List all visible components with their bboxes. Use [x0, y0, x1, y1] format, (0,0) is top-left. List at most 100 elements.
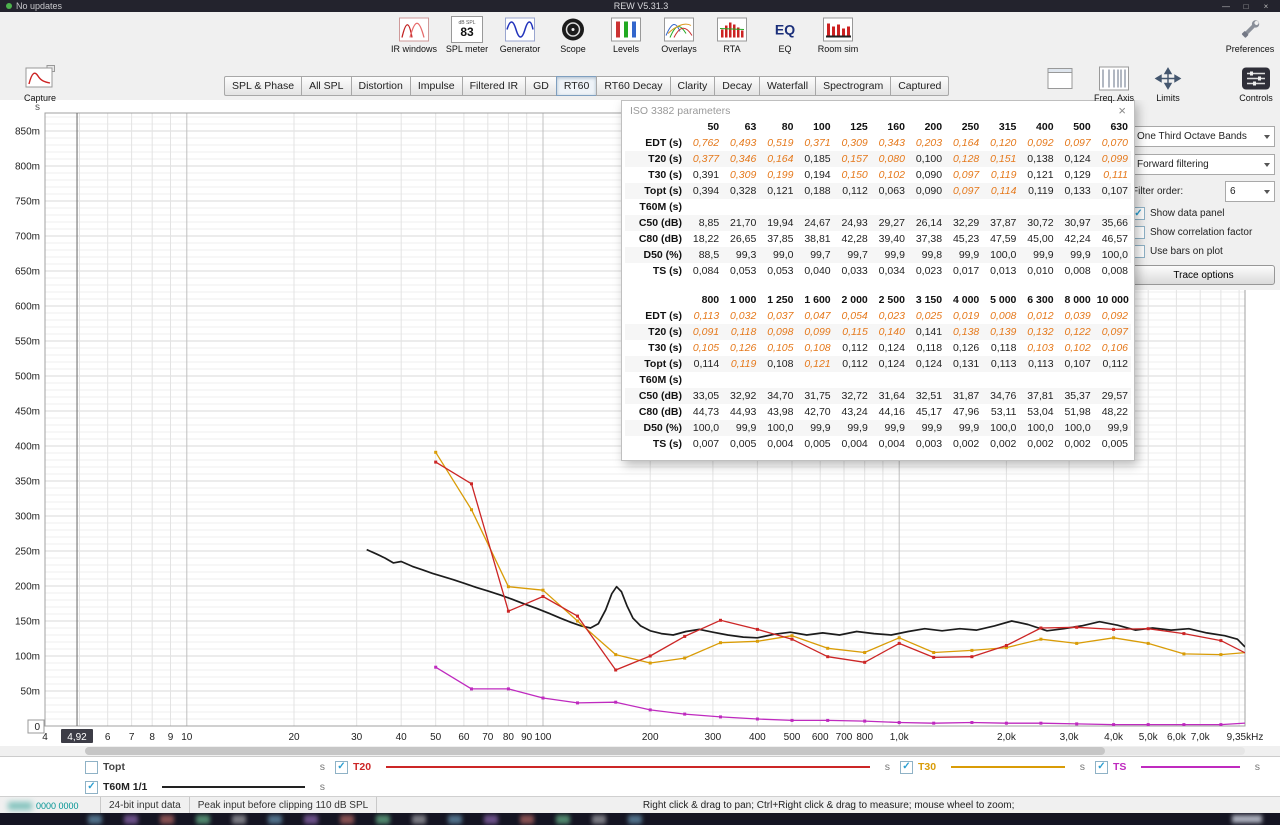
- iso-row-ts-s: TS (s) 0,084 0,053 0,053 0,040 0,033 0,034 0,02…: [652, 265, 1128, 277]
- checkbox-show-correlation-factor[interactable]: Show correlation factor: [1132, 223, 1275, 242]
- tab-rt60-decay[interactable]: RT60 Decay: [596, 76, 671, 96]
- taskbar-icon[interactable]: [412, 815, 426, 824]
- tab-filtered-ir[interactable]: Filtered IR: [461, 76, 527, 96]
- controls-button[interactable]: Controls: [1236, 64, 1276, 103]
- checkbox-show-data-panel[interactable]: ✓ Show data panel: [1132, 204, 1275, 223]
- filter-order-select[interactable]: 6: [1225, 181, 1275, 202]
- freq-header: 200: [924, 121, 943, 133]
- tab-distortion[interactable]: Distortion: [350, 76, 411, 96]
- tab-clarity[interactable]: Clarity: [669, 76, 716, 96]
- main-toolbar: IR windows dB SPL 83 SPL meter Generator …: [0, 12, 1280, 63]
- levels-icon: [611, 15, 641, 43]
- svg-text:100: 100: [535, 732, 552, 743]
- taskbar-clock: [1232, 815, 1262, 823]
- freq-header: 1 250: [767, 294, 794, 306]
- freq-header: 63: [744, 121, 757, 133]
- trace-options-button[interactable]: Trace options: [1132, 265, 1275, 285]
- eq-button[interactable]: EQ EQ: [761, 15, 809, 54]
- svg-text:7,0k: 7,0k: [1191, 732, 1211, 743]
- taskbar-icon[interactable]: [88, 815, 102, 824]
- close-button[interactable]: ×: [1256, 2, 1276, 11]
- taskbar-icon[interactable]: [376, 815, 390, 824]
- minimize-button[interactable]: —: [1216, 2, 1236, 11]
- legend-unit: s: [319, 781, 325, 793]
- taskbar-icon[interactable]: [484, 815, 498, 824]
- scope-button[interactable]: Scope: [549, 15, 597, 54]
- svg-text:450m: 450m: [15, 407, 40, 418]
- preferences-button[interactable]: Preferences: [1226, 15, 1274, 54]
- tab-impulse[interactable]: Impulse: [409, 76, 463, 96]
- levels-button[interactable]: Levels: [602, 15, 650, 54]
- freq-header: 500: [1073, 121, 1091, 133]
- graph-window-icon: [1047, 64, 1073, 92]
- svg-text:650m: 650m: [15, 267, 40, 278]
- chevron-down-icon: [1264, 189, 1270, 194]
- checkbox-label: Use bars on plot: [1150, 246, 1223, 257]
- tab-waterfall[interactable]: Waterfall: [759, 76, 817, 96]
- taskbar-icon[interactable]: [268, 815, 282, 824]
- iso-row-d50: D50 (%) 100,0 99,9 100,0 99,9 99,9 99,9 99,9 99,…: [625, 420, 1131, 436]
- taskbar-icon[interactable]: [124, 815, 138, 824]
- legend-checkbox-ts[interactable]: ✓: [1095, 760, 1108, 774]
- bands-select[interactable]: One Third Octave Bands: [1132, 126, 1275, 147]
- graph-toolbar: Capture SPL & Phase All SPL Distortion Impu…: [0, 62, 1280, 103]
- taskbar-icon[interactable]: [448, 815, 462, 824]
- close-icon[interactable]: ×: [1116, 104, 1128, 117]
- svg-text:200m: 200m: [15, 582, 40, 593]
- overlays-button[interactable]: Overlays: [655, 15, 703, 54]
- tab-rt60[interactable]: RT60: [555, 76, 598, 96]
- rta-button[interactable]: RTA: [708, 15, 756, 54]
- graph-window-button[interactable]: [1040, 64, 1080, 92]
- svg-text:20: 20: [288, 732, 300, 743]
- svg-text:500: 500: [784, 732, 801, 743]
- taskbar-icon[interactable]: [232, 815, 246, 824]
- taskbar-icon[interactable]: [628, 815, 642, 824]
- iso-table-1: 50 63 80 100 125 160 200 250 315 400 500 630 EDT (s)…: [625, 119, 1131, 279]
- taskbar-icon[interactable]: [160, 815, 174, 824]
- sliders-icon: [1241, 64, 1271, 92]
- spl-meter-button[interactable]: dB SPL 83 SPL meter: [443, 15, 491, 54]
- freq-header: 1 600: [804, 294, 831, 306]
- freq-header: 2 000: [841, 294, 868, 306]
- taskbar-icon[interactable]: [340, 815, 354, 824]
- tab-spectrogram[interactable]: Spectrogram: [815, 76, 892, 96]
- svg-text:4,0k: 4,0k: [1104, 732, 1124, 743]
- svg-text:600: 600: [812, 732, 829, 743]
- filtering-select[interactable]: Forward filtering: [1132, 154, 1275, 175]
- svg-text:350m: 350m: [15, 477, 40, 488]
- tab-captured[interactable]: Captured: [890, 76, 950, 96]
- os-taskbar[interactable]: [0, 813, 1280, 825]
- freq-axis-button[interactable]: Freq. Axis: [1094, 64, 1134, 103]
- legend-row-2: ✓ T60M 1/1 s: [0, 777, 1280, 797]
- trace-ts: [435, 666, 1245, 726]
- freq-header: 125: [850, 121, 868, 133]
- taskbar-icon[interactable]: [556, 815, 570, 824]
- scrollbar-thumb[interactable]: [85, 747, 1105, 755]
- legend-checkbox-t20[interactable]: ✓: [335, 760, 348, 774]
- capture-button[interactable]: Capture: [14, 64, 66, 103]
- maximize-button[interactable]: □: [1236, 2, 1256, 11]
- tab-spl-phase[interactable]: SPL & Phase: [224, 76, 303, 96]
- legend-line-sample: [140, 766, 305, 768]
- rta-icon: [717, 15, 747, 43]
- iso-row-t20-s: T20 (s) 0,377 0,346 0,164 0,185 0,157 0,080 0,1…: [625, 151, 1131, 167]
- legend-line-sample: [386, 766, 870, 768]
- legend-checkbox-topt[interactable]: [85, 760, 98, 774]
- limits-button[interactable]: Limits: [1148, 64, 1188, 103]
- svg-text:550m: 550m: [15, 337, 40, 348]
- taskbar-icon[interactable]: [304, 815, 318, 824]
- checkbox-use-bars-on-plot[interactable]: Use bars on plot: [1132, 242, 1275, 261]
- ir-windows-button[interactable]: IR windows: [390, 15, 438, 54]
- generator-button[interactable]: Generator: [496, 15, 544, 54]
- tab-decay[interactable]: Decay: [714, 76, 761, 96]
- tab-gd[interactable]: GD: [525, 76, 557, 96]
- legend-line-sample: [1141, 766, 1240, 768]
- taskbar-icon[interactable]: [520, 815, 534, 824]
- tab-all-spl[interactable]: All SPL: [301, 76, 352, 96]
- legend-checkbox-t60m-1-1[interactable]: ✓: [85, 780, 98, 794]
- taskbar-icon[interactable]: [592, 815, 606, 824]
- freq-header: 5 000: [990, 294, 1017, 306]
- taskbar-icon[interactable]: [196, 815, 210, 824]
- legend-checkbox-t30[interactable]: ✓: [900, 760, 913, 774]
- room-sim-button[interactable]: Room sim: [814, 15, 862, 54]
